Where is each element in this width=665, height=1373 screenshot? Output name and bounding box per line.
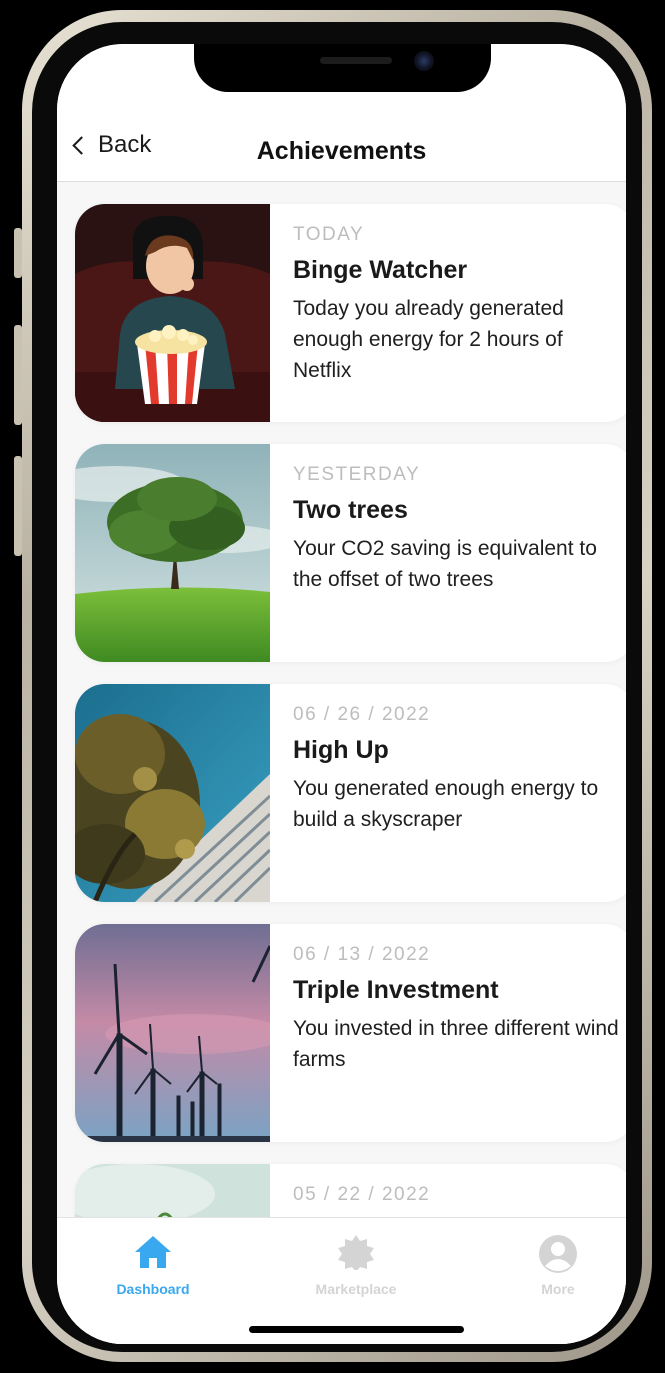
page-title: Achievements (256, 137, 427, 165)
notch (194, 44, 491, 92)
achievement-content: 05 / 22 / 2022 (293, 1184, 623, 1216)
achievement-card[interactable]: YESTERDAY Two trees Your CO2 saving is e… (75, 444, 626, 662)
user-circle-icon (539, 1235, 577, 1273)
achievement-description: You generated enough energy to build a s… (293, 777, 599, 831)
achievement-title: Binge Watcher (293, 256, 468, 284)
achievement-description: Today you already generated enough energ… (293, 297, 564, 382)
achievement-card[interactable]: 06 / 26 / 2022 High Up You generated eno… (75, 684, 626, 902)
home-icon (135, 1236, 171, 1268)
volume-up-button (14, 325, 22, 425)
volume-down-button (14, 456, 22, 556)
achievement-content: TODAY Binge Watcher Today you already ge… (293, 224, 623, 386)
achievement-title: Triple Investment (293, 976, 499, 1004)
achievement-card[interactable]: TODAY Binge Watcher Today you already ge… (75, 204, 626, 422)
tab-more[interactable]: More (478, 1234, 626, 1297)
achievement-title: Two trees (293, 496, 408, 524)
tab-dashboard[interactable]: Dashboard (73, 1234, 233, 1297)
tab-label: Dashboard (116, 1281, 190, 1297)
achievement-content: 06 / 26 / 2022 High Up You generated eno… (293, 704, 623, 835)
achievement-title: High Up (293, 736, 389, 764)
achievement-image-two-trees (75, 444, 270, 662)
home-indicator (249, 1326, 464, 1333)
achievement-image-high-up (75, 684, 270, 902)
achievement-date: 06 / 26 / 2022 (293, 704, 431, 725)
badge-icon (338, 1235, 374, 1272)
achievement-date: TODAY (293, 224, 365, 245)
achievement-date: 06 / 13 / 2022 (293, 944, 431, 965)
achievement-description: You invested in three different wind far… (293, 1017, 619, 1071)
achievement-content: 06 / 13 / 2022 Triple Investment You inv… (293, 944, 623, 1075)
tab-marketplace[interactable]: Marketplace (276, 1234, 436, 1297)
achievement-list: TODAY Binge Watcher Today you already ge… (75, 204, 626, 1344)
tab-label: Marketplace (315, 1281, 397, 1297)
achievement-card[interactable]: 06 / 13 / 2022 Triple Investment You inv… (75, 924, 626, 1142)
tab-label: More (541, 1281, 575, 1297)
achievement-date: YESTERDAY (293, 464, 421, 485)
speaker (320, 57, 392, 64)
mute-switch (14, 228, 22, 278)
achievement-image-triple-investment (75, 924, 270, 1142)
achievement-content: YESTERDAY Two trees Your CO2 saving is e… (293, 464, 623, 595)
achievement-description: Your CO2 saving is equivalent to the off… (293, 537, 597, 591)
achievement-date: 05 / 22 / 2022 (293, 1184, 431, 1205)
front-camera (414, 51, 434, 71)
achievement-image-binge-watcher (75, 204, 270, 422)
tab-bar: Dashboard Marketplace More (57, 1217, 626, 1344)
screen: Back Achievements TODAY Binge Watcher To… (57, 44, 626, 1344)
